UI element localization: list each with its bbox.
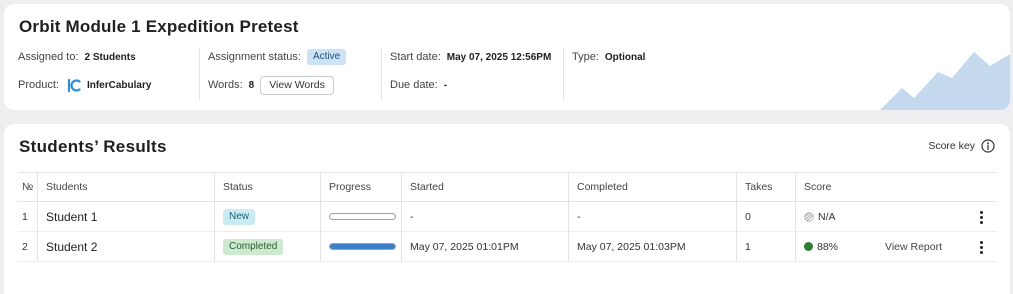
column-header-progress[interactable]: Progress: [320, 173, 401, 201]
status-badge: Completed: [223, 238, 284, 255]
progress-bar: [329, 243, 396, 250]
score-pass-indicator-icon: [804, 242, 813, 251]
column-header-completed[interactable]: Completed: [568, 173, 736, 201]
kebab-menu-icon[interactable]: [977, 241, 985, 255]
type-row: Type: Optional: [572, 48, 645, 66]
score-cell: N/A: [795, 202, 997, 231]
score-key[interactable]: Score key: [928, 139, 995, 153]
assignment-status-badge: Active: [306, 49, 347, 65]
striped-circle-icon: [804, 211, 814, 222]
column-header-status[interactable]: Status: [214, 173, 320, 201]
infercabulary-logo-icon: [67, 78, 81, 92]
info-icon[interactable]: [981, 139, 995, 153]
assigned-to-row: Assigned to: 2 Students: [18, 48, 136, 66]
assigned-to-label: Assigned to:: [18, 51, 79, 63]
product-row: Product: InferCabulary: [18, 76, 151, 94]
assignment-status-label: Assignment status:: [208, 51, 301, 63]
type-value: Optional: [604, 51, 646, 63]
words-value: 8: [248, 79, 255, 91]
score-cell: 88% View Report: [795, 232, 997, 261]
takes-value: 0: [736, 202, 795, 231]
results-title: Students’ Results: [19, 137, 167, 156]
words-row: Words: 8 View Words: [208, 75, 334, 95]
student-name[interactable]: Student 1: [46, 210, 97, 224]
student-name[interactable]: Student 2: [46, 240, 97, 254]
progress-cell: [320, 232, 401, 261]
status-cell: Completed: [214, 232, 320, 261]
status-cell: New: [214, 202, 320, 231]
completed-value: May 07, 2025 01:03PM: [568, 232, 736, 261]
status-badge: New: [223, 208, 256, 225]
view-words-button[interactable]: View Words: [260, 75, 334, 95]
assignment-meta-col-3: Start date: May 07, 2025 12:56PM Due dat…: [381, 48, 563, 100]
row-number: 1: [22, 210, 28, 223]
score-value: 88%: [817, 240, 839, 253]
type-label: Type:: [572, 51, 599, 63]
score-key-label: Score key: [928, 140, 975, 152]
progress-cell: [320, 202, 401, 231]
column-header-takes[interactable]: Takes: [736, 173, 795, 201]
column-header-started[interactable]: Started: [401, 173, 568, 201]
due-date-label: Due date:: [390, 79, 438, 91]
due-date-row: Due date: -: [390, 76, 447, 94]
assignment-meta-col-4: Type: Optional: [563, 48, 763, 100]
due-date-value: -: [443, 79, 448, 91]
row-number: 2: [22, 240, 28, 253]
assignment-meta-col-2: Assignment status: Active Words: 8 View …: [199, 48, 381, 100]
product-value: InferCabulary: [86, 79, 152, 91]
started-value: -: [401, 202, 568, 231]
results-table: № Students Status Progress Started Compl…: [18, 172, 997, 262]
assignment-meta-col-1: Assigned to: 2 Students Product: InferCa…: [18, 48, 198, 100]
column-header-number: №: [22, 181, 34, 193]
mountain-illustration: [880, 52, 1010, 110]
column-header-score[interactable]: Score: [795, 173, 997, 201]
status-row: Assignment status: Active: [208, 48, 347, 66]
assigned-to-value: 2 Students: [84, 51, 136, 63]
student-cell: Student 1: [37, 202, 214, 231]
product-label: Product:: [18, 79, 59, 91]
view-report-link[interactable]: View Report: [885, 241, 942, 253]
takes-value: 1: [736, 232, 795, 261]
column-header-students[interactable]: Students: [37, 173, 214, 201]
started-value: May 07, 2025 01:01PM: [401, 232, 568, 261]
table-row: 2 Student 2 Completed May 07, 2025 01:01…: [18, 232, 997, 262]
start-date-label: Start date:: [390, 51, 441, 63]
table-header-row: № Students Status Progress Started Compl…: [18, 172, 997, 202]
start-date-row: Start date: May 07, 2025 12:56PM: [390, 48, 551, 66]
assignment-card: Orbit Module 1 Expedition Pretest Assign…: [4, 4, 1010, 110]
progress-bar: [329, 213, 396, 220]
progress-bar-fill: [330, 244, 395, 249]
kebab-menu-icon[interactable]: [977, 211, 985, 225]
completed-value: -: [568, 202, 736, 231]
students-results-card: Students’ Results Score key № Students S…: [4, 124, 1010, 294]
student-cell: Student 2: [37, 232, 214, 261]
score-value: N/A: [818, 210, 836, 223]
start-date-value: May 07, 2025 12:56PM: [446, 51, 552, 63]
assignment-title: Orbit Module 1 Expedition Pretest: [19, 17, 299, 36]
table-row: 1 Student 1 New - - 0 N/A: [18, 202, 997, 232]
words-label: Words:: [208, 79, 243, 91]
